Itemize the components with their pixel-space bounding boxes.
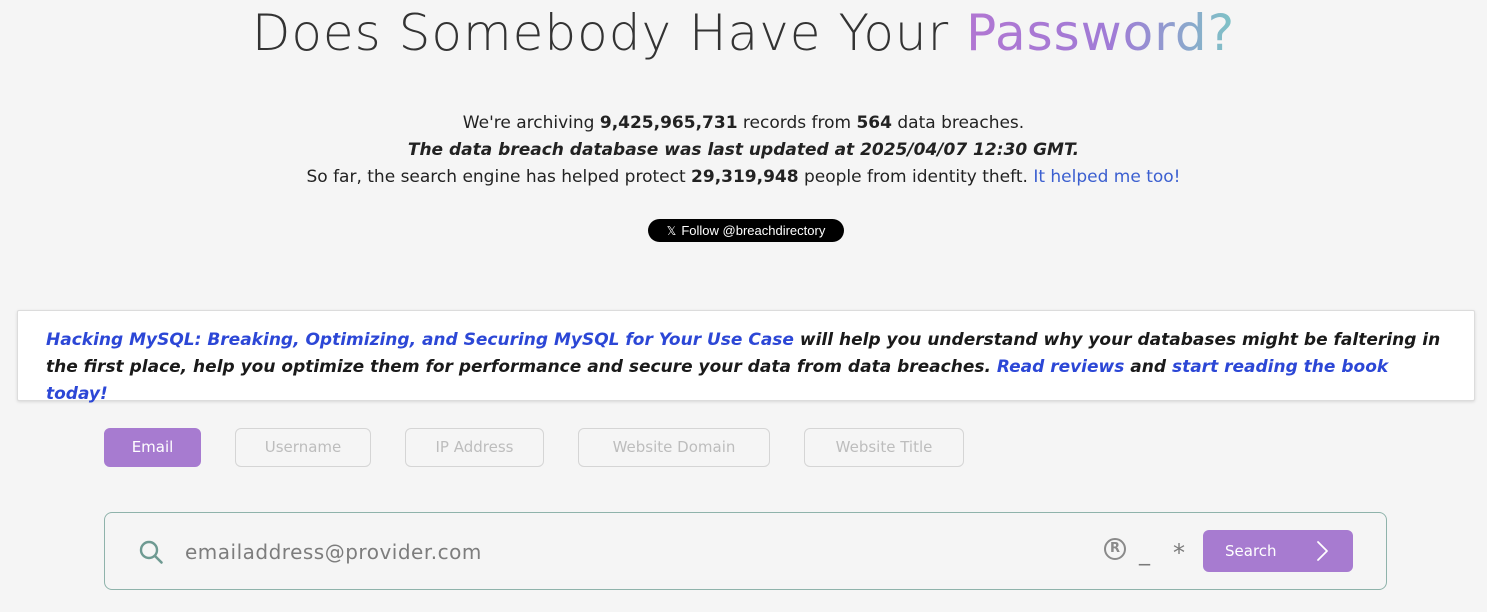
- wildcard-icon[interactable]: *: [1173, 539, 1185, 567]
- tab-email[interactable]: Email: [104, 428, 201, 467]
- stats-line-records: We're archiving 9,425,965,731 records fr…: [0, 110, 1487, 137]
- read-reviews-link[interactable]: Read reviews: [997, 357, 1125, 377]
- stats-text: records from: [737, 113, 857, 133]
- search-icon: [139, 540, 163, 564]
- tab-website-domain[interactable]: Website Domain: [578, 428, 770, 467]
- book-title-link[interactable]: Hacking MySQL: Breaking, Optimizing, and…: [46, 330, 794, 350]
- stats-text: people from identity theft.: [798, 167, 1034, 187]
- x-logo-icon: 𝕏: [666, 224, 677, 238]
- title-highlight: Password?: [966, 4, 1236, 62]
- last-updated: The data breach database was last update…: [407, 140, 1080, 160]
- search-bar: R _ * Search: [104, 512, 1387, 590]
- tab-username[interactable]: Username: [235, 428, 371, 467]
- follow-button[interactable]: 𝕏 Follow @breachdirectory: [648, 219, 844, 242]
- records-count: 9,425,965,731: [599, 113, 738, 133]
- helped-me-link[interactable]: It helped me too!: [1033, 167, 1180, 187]
- single-char-wildcard-icon[interactable]: _: [1139, 541, 1150, 566]
- title-prefix: Does Somebody Have Your: [251, 4, 967, 62]
- stats-text: data breaches.: [891, 113, 1025, 133]
- stats-block: We're archiving 9,425,965,731 records fr…: [0, 110, 1487, 191]
- chevron-right-icon: [1317, 541, 1328, 561]
- stats-text: So far, the search engine has helped pro…: [306, 167, 692, 187]
- tab-website-title[interactable]: Website Title: [804, 428, 964, 467]
- search-button[interactable]: Search: [1203, 530, 1353, 572]
- stats-line-protected: So far, the search engine has helped pro…: [0, 164, 1487, 191]
- follow-label: Follow @breachdirectory: [681, 223, 826, 238]
- search-input[interactable]: [183, 531, 1067, 573]
- regex-toggle-icon[interactable]: R: [1104, 538, 1126, 560]
- stats-text: We're archiving: [462, 113, 600, 133]
- search-button-label: Search: [1225, 542, 1277, 560]
- book-promo-banner: Hacking MySQL: Breaking, Optimizing, and…: [17, 310, 1475, 404]
- people-count: 29,319,948: [691, 167, 799, 187]
- page-title: Does Somebody Have Your Password?: [0, 4, 1487, 62]
- tab-ip-address[interactable]: IP Address: [405, 428, 544, 467]
- breaches-count: 564: [856, 113, 892, 133]
- promo-text: and: [1124, 357, 1172, 377]
